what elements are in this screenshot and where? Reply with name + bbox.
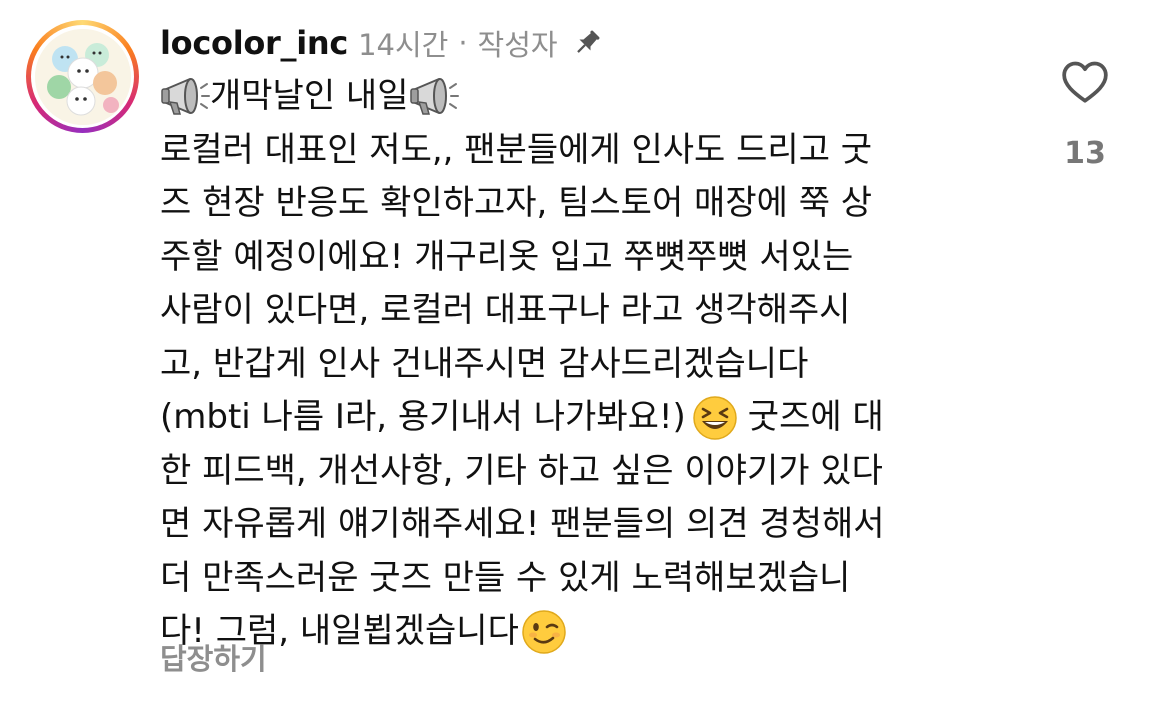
author-badge: 작성자 bbox=[477, 28, 558, 62]
grinning-squinting-face-icon bbox=[692, 395, 738, 441]
comment-header: locolor_inc 14시간 · 작성자 bbox=[160, 18, 604, 68]
pin-icon bbox=[570, 26, 604, 60]
comment-line: 사람이 있다면, 로컬러 대표구나 라고 생각해주시 bbox=[160, 290, 851, 330]
comment-line: 한 피드백, 개선사항, 기타 하고 싶은 이야기가 있다 bbox=[160, 450, 883, 491]
comment-line: 더 만족스러운 굿즈 만들 수 있게 노력해보겠습니 bbox=[160, 557, 851, 598]
comment-headline: 개막날인 내일 bbox=[160, 70, 1020, 124]
meta-separator: · bbox=[458, 26, 468, 60]
megaphone-icon bbox=[160, 74, 210, 120]
username-link[interactable]: locolor_inc bbox=[160, 24, 348, 62]
comment-time: 14시간 bbox=[358, 28, 449, 62]
comment-line: 면 자유롭게 얘기해주세요! 팬분들의 의견 경청해서 bbox=[160, 504, 885, 544]
comment-line-with-emoji: 다! 그럼, 내일뵙겠습니다 bbox=[160, 605, 1020, 659]
avatar[interactable] bbox=[34, 28, 131, 125]
comment-line: 고, 반갑게 인사 건내주시면 감사드리겠습니다 bbox=[160, 343, 809, 384]
megaphone-icon bbox=[409, 74, 459, 120]
comment-line: 주할 예정이에요! 개구리옷 입고 쭈뼛쭈뼛 서있는 bbox=[160, 236, 854, 277]
winking-face-icon bbox=[521, 609, 567, 655]
comment-body: 개막날인 내일 로컬러 대표인 저도,, 팬분들에게 인사도 드리고 굿 즈 현… bbox=[160, 70, 1020, 659]
headline-text: 개막날인 내일 bbox=[210, 76, 409, 116]
like-count: 13 bbox=[1064, 136, 1106, 171]
reply-button[interactable]: 답장하기 bbox=[160, 636, 267, 678]
comment-line-with-emoji: (mbti 나름 I라, 용기내서 나가봐요!) 굿즈에 대 bbox=[160, 391, 1020, 445]
heart-outline-icon[interactable] bbox=[1060, 58, 1110, 108]
comment-line-text: 굿즈에 대 bbox=[747, 397, 884, 437]
comment-line: 즈 현장 반응도 확인하고자, 팀스토어 매장에 쭉 상 bbox=[160, 183, 873, 223]
avatar-border bbox=[31, 25, 134, 128]
comment-line-text: (mbti 나름 I라, 용기내서 나가봐요!) bbox=[160, 397, 686, 437]
like-area: 13 bbox=[1040, 58, 1130, 171]
avatar-story-ring[interactable] bbox=[26, 20, 139, 133]
avatar-illustration bbox=[34, 28, 131, 125]
comment-line: 로컬러 대표인 저도,, 팬분들에게 인사도 드리고 굿 bbox=[160, 129, 873, 170]
